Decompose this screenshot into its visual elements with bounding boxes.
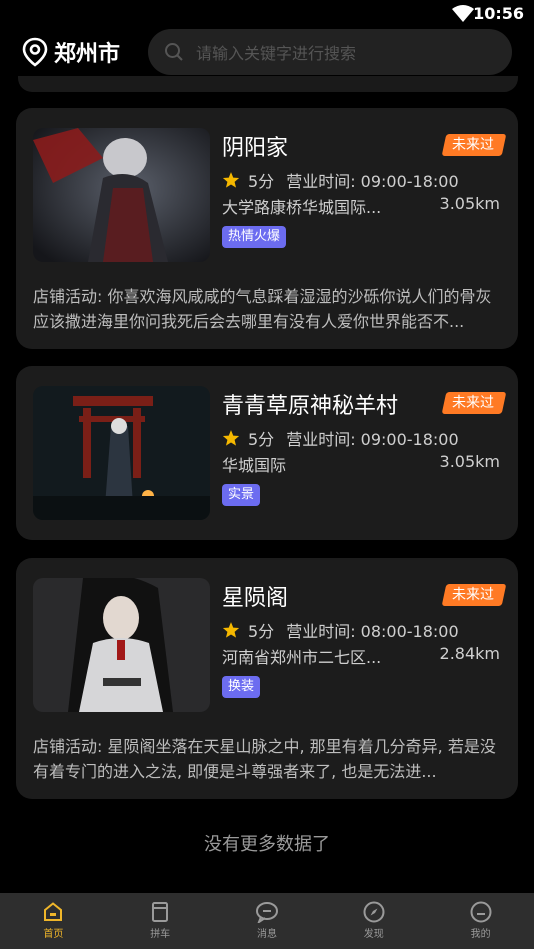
wifi-icon — [452, 5, 474, 22]
tab-discover[interactable]: 发现 — [320, 893, 427, 949]
tab-carpool[interactable]: 拼车 — [107, 893, 214, 949]
tab-home[interactable]: 首页 — [0, 893, 107, 949]
tab-label: 发现 — [363, 929, 384, 940]
chat-icon — [255, 902, 278, 923]
location-pin-icon — [22, 37, 48, 67]
status-bar: 10:56 — [0, 0, 534, 28]
search-input[interactable]: 请输入关键字进行搜索 — [148, 29, 512, 75]
star-icon — [222, 430, 240, 446]
shop-score: 5分 — [248, 430, 275, 449]
star-icon — [222, 622, 240, 638]
shop-activity: 店铺活动: 星陨阁坐落在天星山脉之中, 那里有着几分奇异, 若是没有着专门的进入… — [33, 737, 496, 781]
shop-name: 星陨阁 — [222, 586, 289, 611]
tab-label: 消息 — [256, 929, 277, 940]
shop-tag: 热情火爆 — [222, 226, 287, 248]
tab-label: 首页 — [43, 929, 64, 940]
shop-hours: 营业时间: 09:00-18:00 — [286, 430, 459, 449]
shop-image — [33, 578, 210, 712]
book-icon — [152, 902, 169, 922]
city-selector[interactable]: 郑州市 — [22, 36, 120, 68]
bottom-tab-bar: 首页 拼车 消息 发现 我的 — [0, 893, 534, 949]
shop-meta: 5分 营业时间: 09:00-18:00 — [222, 168, 459, 192]
tab-messages[interactable]: 消息 — [214, 893, 321, 949]
status-time: 10:56 — [473, 4, 524, 23]
previous-card-edge — [18, 76, 518, 92]
shop-name: 青青草原神秘羊村 — [222, 394, 399, 419]
tab-label: 我的 — [470, 929, 491, 940]
shop-meta: 5分 营业时间: 08:00-18:00 — [222, 618, 459, 642]
shop-distance: 3.05km — [439, 194, 500, 213]
tab-label: 拼车 — [150, 929, 171, 940]
star-icon — [222, 172, 240, 188]
shop-image — [33, 386, 210, 520]
shop-address: 大学路康桥华城国际... — [222, 198, 382, 217]
header: 郑州市 请输入关键字进行搜索 — [0, 28, 534, 76]
shop-card[interactable]: 阴阳家 未来过 5分 营业时间: 09:00-18:00 大学路康桥华城国际..… — [16, 108, 518, 349]
shop-score: 5分 — [248, 172, 275, 191]
search-placeholder: 请输入关键字进行搜索 — [196, 44, 357, 63]
shop-tag: 实景 — [222, 484, 261, 506]
shop-image — [33, 128, 210, 262]
shop-address: 华城国际 — [222, 456, 287, 475]
shop-score: 5分 — [248, 622, 275, 641]
search-icon — [165, 43, 183, 61]
shop-hours: 营业时间: 08:00-18:00 — [286, 622, 459, 641]
shop-card[interactable]: 青青草原神秘羊村 未来过 5分 营业时间: 09:00-18:00 华城国际 3… — [16, 366, 518, 540]
shop-distance: 3.05km — [439, 452, 500, 471]
shop-hours: 营业时间: 09:00-18:00 — [286, 172, 459, 191]
shop-address: 河南省郑州市二七区... — [222, 648, 382, 667]
city-name: 郑州市 — [54, 42, 121, 67]
visit-badge: 未来过 — [441, 134, 507, 156]
visit-badge: 未来过 — [441, 584, 507, 606]
tab-profile[interactable]: 我的 — [427, 893, 534, 949]
shop-activity: 店铺活动: 你喜欢海风咸咸的气息踩着湿湿的沙砾你说人们的骨灰应该撒进海里你问我死… — [33, 287, 492, 331]
home-icon — [44, 902, 63, 921]
visit-badge: 未来过 — [441, 392, 507, 414]
shop-card[interactable]: 星陨阁 未来过 5分 营业时间: 08:00-18:00 河南省郑州市二七区..… — [16, 558, 518, 799]
profile-icon — [470, 901, 492, 923]
shop-name: 阴阳家 — [222, 136, 289, 161]
shop-tag: 换装 — [222, 676, 261, 698]
shop-meta: 5分 营业时间: 09:00-18:00 — [222, 426, 459, 450]
shop-distance: 2.84km — [439, 644, 500, 663]
compass-icon — [363, 901, 385, 923]
no-more-data-text: 没有更多数据了 — [204, 834, 330, 855]
